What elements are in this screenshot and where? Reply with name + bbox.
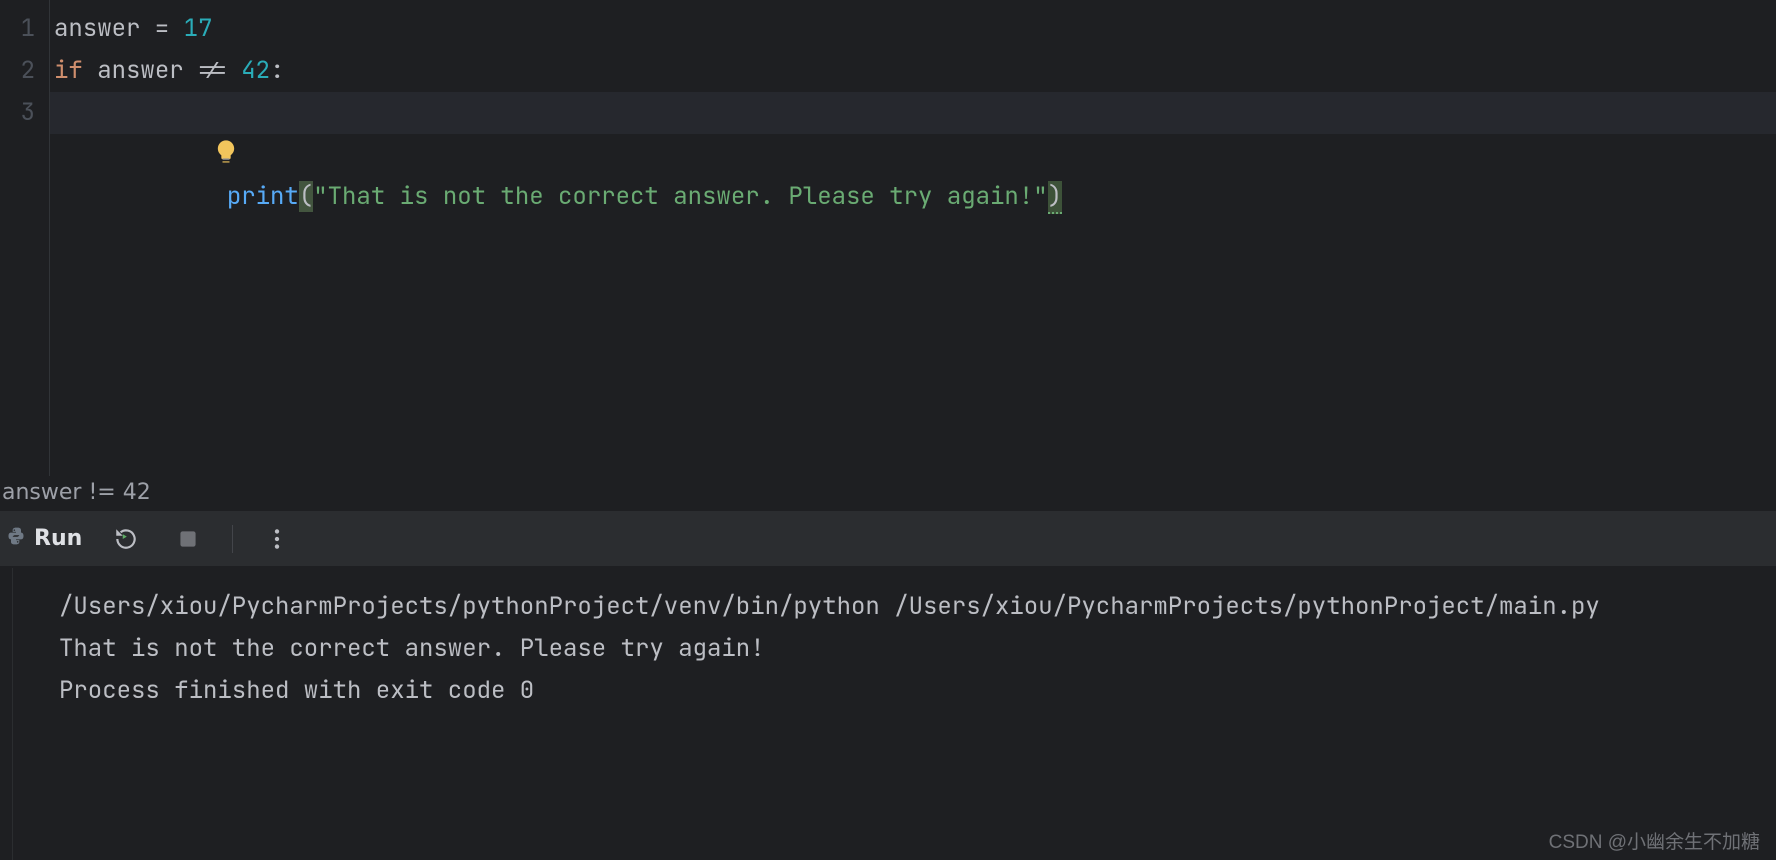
code-area[interactable]: answer = 17 if answer != 42: print("That…	[50, 0, 1776, 476]
python-icon	[6, 526, 26, 551]
line-number: 2	[0, 50, 49, 92]
code-editor[interactable]: 1 2 3 answer = 17 if answer != 42: print…	[0, 0, 1776, 476]
console-line: /Users/xiou/PycharmProjects/pythonProjec…	[59, 586, 1776, 628]
line-gutter: 1 2 3	[0, 0, 50, 476]
lightbulb-icon[interactable]	[68, 96, 240, 222]
breadcrumb[interactable]: answer != 42	[0, 476, 1776, 510]
rerun-button[interactable]	[108, 521, 144, 557]
run-label: Run	[34, 526, 82, 551]
line-number: 3	[0, 92, 49, 134]
separator	[232, 525, 233, 553]
run-toolbar: Run	[0, 510, 1776, 568]
more-icon[interactable]	[259, 521, 295, 557]
console-line: That is not the correct answer. Please t…	[59, 628, 1776, 670]
code-line-active[interactable]: print("That is not the correct answer. P…	[50, 92, 1776, 134]
code-line[interactable]: answer = 17	[50, 8, 1776, 50]
console-line: Process finished with exit code 0	[59, 670, 1776, 712]
watermark: CSDN @小幽余生不加糖	[1549, 827, 1760, 854]
console-output[interactable]: /Users/xiou/PycharmProjects/pythonProjec…	[12, 568, 1776, 860]
code-line[interactable]: if answer != 42:	[50, 50, 1776, 92]
line-number: 1	[0, 8, 49, 50]
stop-button[interactable]	[170, 521, 206, 557]
